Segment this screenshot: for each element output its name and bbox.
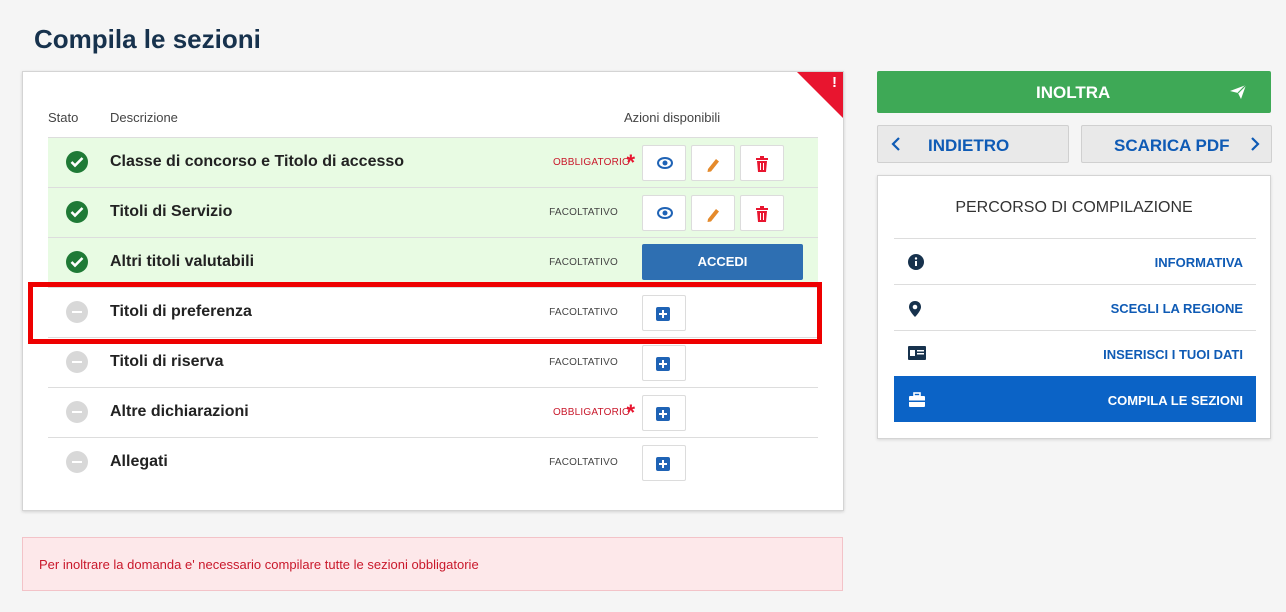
eye-icon — [657, 207, 673, 219]
header-descrizione: Descrizione — [110, 110, 178, 125]
step-inserisci-dati[interactable]: INSERISCI I TUOI DATI — [894, 330, 1256, 376]
table-row: Allegati FACOLTATIVO — [48, 438, 818, 488]
panel-title: PERCORSO DI COMPILAZIONE — [955, 199, 1193, 216]
step-label: INSERISCI I TUOI DATI — [1103, 347, 1243, 362]
step-informativa[interactable]: INFORMATIVA — [894, 238, 1256, 284]
table-row: Titoli di riserva FACOLTATIVO — [48, 338, 818, 388]
check-icon — [66, 251, 88, 273]
step-label: INFORMATIVA — [1154, 255, 1243, 270]
table-row: Altre dichiarazioni OBBLIGATORIO * — [48, 388, 818, 438]
id-card-icon — [908, 346, 926, 360]
delete-button[interactable] — [740, 145, 784, 181]
pencil-icon — [707, 159, 719, 172]
table-row: Altri titoli valutabili FACOLTATIVO ACCE… — [48, 238, 818, 288]
optional-tag: FACOLTATIVO — [549, 257, 618, 268]
pdf-label: SCARICA PDF — [1114, 136, 1230, 155]
inoltra-label: INOLTRA — [1036, 83, 1111, 102]
row-description: Titoli di Servizio — [110, 203, 233, 220]
step-label: COMPILA LE SEZIONI — [1107, 393, 1243, 408]
optional-tag: FACOLTATIVO — [549, 357, 618, 368]
briefcase-icon — [909, 392, 925, 407]
plus-icon — [656, 407, 670, 421]
eye-icon — [657, 157, 673, 169]
view-button[interactable] — [642, 145, 686, 181]
highlight-box — [28, 282, 822, 344]
plus-icon — [656, 457, 670, 471]
row-description: Titoli di riserva — [110, 353, 224, 370]
step-scegli-regione[interactable]: SCEGLI LA REGIONE — [894, 284, 1256, 330]
trash-icon — [756, 206, 768, 222]
chevron-right-icon — [1251, 137, 1260, 151]
exclamation-icon: ! — [832, 74, 837, 91]
add-button[interactable] — [642, 395, 686, 431]
paper-plane-icon — [1230, 84, 1247, 99]
inoltra-button[interactable]: INOLTRA — [877, 71, 1271, 113]
info-icon — [908, 254, 924, 270]
step-label: SCEGLI LA REGIONE — [1110, 301, 1243, 316]
row-description: Classe di concorso e Titolo di accesso — [110, 153, 405, 170]
row-description: Allegati — [110, 453, 168, 470]
edit-button[interactable] — [691, 195, 735, 231]
delete-button[interactable] — [740, 195, 784, 231]
minus-circle-icon — [66, 401, 88, 423]
view-button[interactable] — [642, 195, 686, 231]
pencil-icon — [707, 209, 719, 222]
plus-icon — [656, 357, 670, 371]
page-title: Compila le sezioni — [34, 24, 261, 54]
table-header: Stato Descrizione Azioni disponibili — [48, 108, 818, 138]
download-pdf-button[interactable]: SCARICA PDF — [1081, 125, 1272, 163]
edit-button[interactable] — [691, 145, 735, 181]
check-icon — [66, 151, 88, 173]
step-compila-sezioni[interactable]: COMPILA LE SEZIONI — [894, 376, 1256, 422]
check-icon — [66, 201, 88, 223]
chevron-left-icon — [891, 137, 900, 151]
back-label: INDIETRO — [928, 136, 1010, 155]
required-tag: OBBLIGATORIO — [552, 157, 630, 168]
accedi-button[interactable]: ACCEDI — [642, 244, 803, 280]
trash-icon — [756, 156, 768, 172]
required-tag: OBBLIGATORIO — [552, 407, 630, 418]
table-row: Classe di concorso e Titolo di accesso O… — [48, 138, 818, 188]
progress-panel: PERCORSO DI COMPILAZIONE INFORMATIVA SCE… — [877, 175, 1271, 439]
header-stato: Stato — [48, 110, 79, 125]
header-azioni: Azioni disponibili — [624, 110, 721, 125]
row-description: Altre dichiarazioni — [110, 403, 249, 420]
optional-tag: FACOLTATIVO — [549, 207, 618, 218]
map-pin-icon — [909, 301, 921, 317]
table-row: Titoli di Servizio FACOLTATIVO — [48, 188, 818, 238]
add-button[interactable] — [642, 345, 686, 381]
row-description: Altri titoli valutabili — [110, 253, 255, 270]
minus-circle-icon — [66, 351, 88, 373]
back-button[interactable]: INDIETRO — [877, 125, 1069, 163]
minus-circle-icon — [66, 451, 88, 473]
alert-message: Per inoltrare la domanda e' necessario c… — [22, 537, 843, 591]
add-button[interactable] — [642, 445, 686, 481]
required-asterisk: * — [626, 400, 635, 425]
required-asterisk: * — [626, 150, 635, 175]
optional-tag: FACOLTATIVO — [549, 457, 618, 468]
